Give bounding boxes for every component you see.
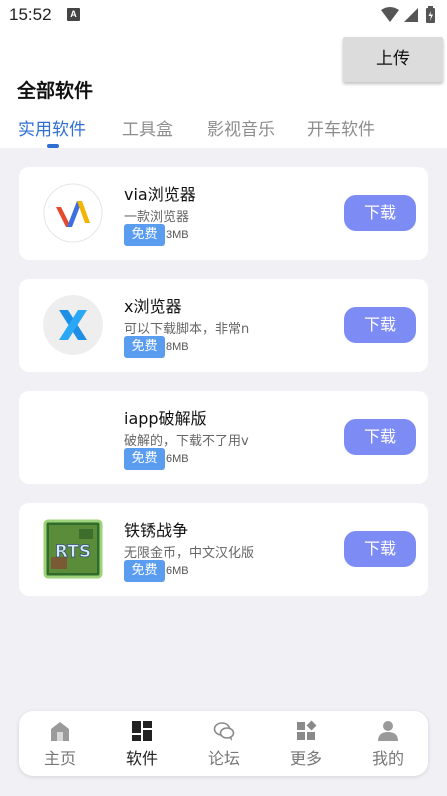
wifi-icon	[381, 7, 399, 22]
status-icons	[381, 6, 435, 23]
chat-icon	[213, 722, 235, 741]
rts-game-icon: RTS	[43, 519, 103, 579]
app-description: 可以下载脚本，非常n	[124, 322, 250, 337]
app-size: 8MB	[166, 341, 189, 353]
free-badge: 免费	[124, 448, 165, 470]
app-card[interactable]: RTS 铁锈战争 无限金币，中文汉化版 免费 6MB 下载	[19, 503, 428, 596]
bottom-nav: 主页 软件 论坛 更多 我的	[19, 711, 428, 776]
user-icon	[378, 721, 398, 741]
app-description: 破解的，下载不了用v	[124, 434, 249, 449]
app-description: 一款浏览器	[124, 210, 190, 225]
status-bar: 15:52 A	[0, 0, 447, 32]
battery-icon	[426, 6, 435, 23]
free-badge: 免费	[124, 224, 165, 246]
nav-item-forum[interactable]: 论坛	[183, 711, 265, 776]
app-size: 3MB	[166, 229, 189, 241]
free-badge: 免费	[124, 336, 165, 358]
tab-indicator	[47, 144, 59, 148]
nav-label: 我的	[371, 749, 404, 768]
more-grid-icon	[297, 720, 317, 740]
nav-item-more[interactable]: 更多	[265, 711, 347, 776]
download-button[interactable]: 下载	[344, 307, 416, 343]
status-time: 15:52	[9, 5, 52, 24]
upload-button[interactable]: 上传	[343, 37, 443, 82]
app-name: 铁锈战争	[124, 521, 189, 540]
nav-item-me[interactable]: 我的	[347, 711, 429, 776]
category-tabs: 实用软件 工具盒 影视音乐 开车软件	[0, 113, 447, 149]
tab-toolbox[interactable]: 工具盒	[122, 115, 173, 140]
tab-utility[interactable]: 实用软件	[18, 115, 86, 140]
nav-label: 论坛	[207, 749, 240, 768]
app-name: iapp破解版	[124, 409, 207, 428]
notification-icon: A	[67, 8, 80, 21]
app-description: 无限金币，中文汉化版	[124, 546, 255, 561]
nav-label: 更多	[289, 749, 322, 768]
app-card[interactable]: via浏览器 一款浏览器 免费 3MB 下载	[19, 167, 428, 260]
via-logo-icon	[43, 183, 103, 243]
tab-video-music[interactable]: 影视音乐	[207, 115, 275, 140]
tab-driving[interactable]: 开车软件	[307, 115, 375, 140]
signal-icon	[404, 8, 418, 22]
apps-grid-icon	[132, 721, 152, 741]
app-size: 6MB	[166, 453, 189, 465]
page-title: 全部软件	[17, 80, 94, 102]
nav-item-home[interactable]: 主页	[19, 711, 101, 776]
app-name: via浏览器	[124, 185, 196, 204]
svg-text:RTS: RTS	[55, 542, 91, 562]
app-size: 6MB	[166, 565, 189, 577]
nav-label: 软件	[125, 749, 158, 768]
download-button[interactable]: 下载	[344, 419, 416, 455]
nav-label: 主页	[43, 749, 76, 768]
x-browser-logo-icon	[43, 295, 103, 355]
download-button[interactable]: 下载	[344, 531, 416, 567]
nav-item-software[interactable]: 软件	[101, 711, 183, 776]
download-button[interactable]: 下载	[344, 195, 416, 231]
app-card[interactable]: x浏览器 可以下载脚本，非常n 免费 8MB 下载	[19, 279, 428, 372]
app-name: x浏览器	[124, 297, 182, 316]
app-card[interactable]: iapp破解版 破解的，下载不了用v 免费 6MB 下载	[19, 391, 428, 484]
blank-icon	[43, 407, 103, 467]
free-badge: 免费	[124, 560, 165, 582]
home-icon	[51, 722, 69, 741]
